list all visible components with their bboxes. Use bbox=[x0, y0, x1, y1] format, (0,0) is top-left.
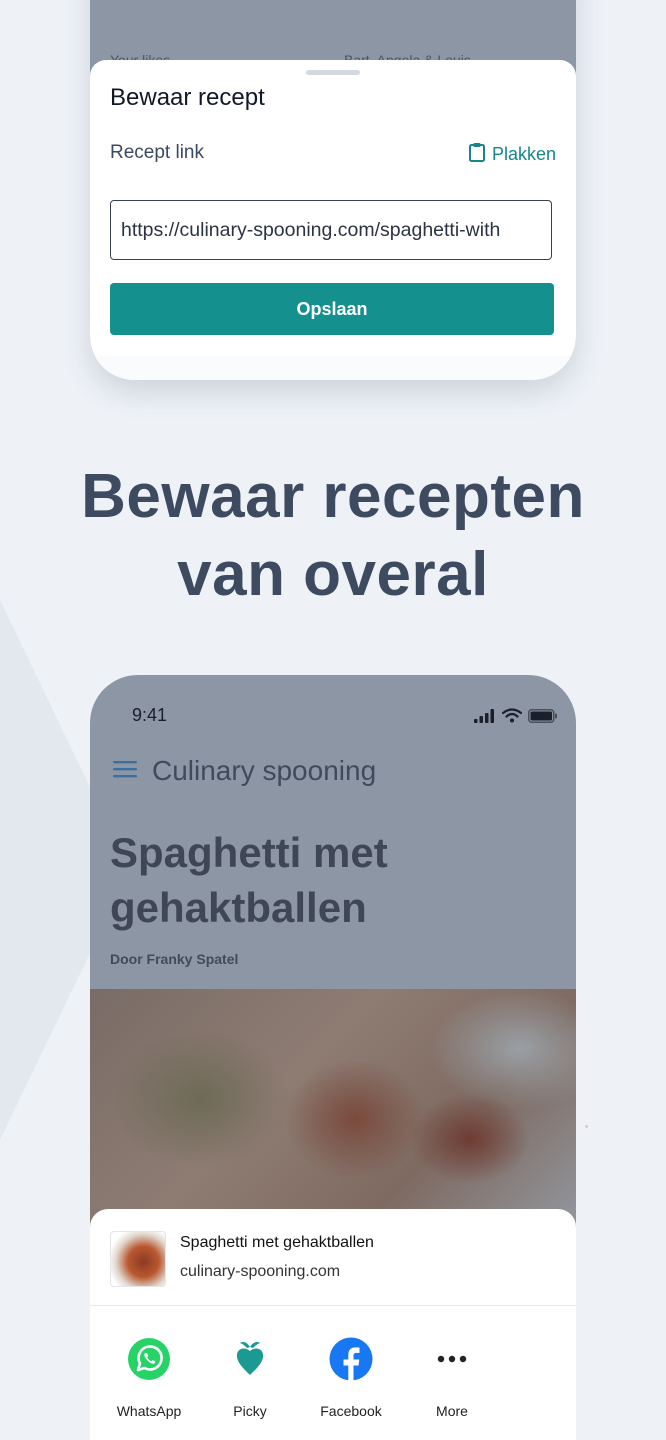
app-label: Facebook bbox=[320, 1403, 382, 1419]
article-title: Spaghetti met gehaktballen bbox=[110, 829, 388, 931]
app-label: More bbox=[436, 1403, 468, 1419]
share-app-whatsapp[interactable]: WhatsApp bbox=[99, 1337, 199, 1419]
sheet-title: Bewaar recept bbox=[110, 84, 265, 111]
share-sheet: Spaghetti met gehaktballen culinary-spoo… bbox=[90, 1209, 576, 1440]
paste-button[interactable]: Plakken bbox=[468, 142, 556, 167]
save-recipe-sheet: Bewaar recept Recept link Plakken Opslaa… bbox=[90, 60, 576, 380]
whatsapp-icon bbox=[127, 1337, 171, 1381]
paste-label: Plakken bbox=[491, 144, 556, 164]
status-icons bbox=[474, 708, 558, 728]
sheet-grabber[interactable] bbox=[306, 70, 360, 75]
more-icon bbox=[430, 1337, 474, 1381]
divider bbox=[90, 1305, 576, 1306]
menu-icon[interactable] bbox=[112, 759, 138, 784]
share-url: culinary-spooning.com bbox=[180, 1263, 341, 1280]
status-time: 9:41 bbox=[132, 705, 168, 725]
clipboard-icon bbox=[468, 142, 486, 167]
article-author: Door Franky Spatel bbox=[110, 951, 239, 967]
marketing-headline: Bewaar recepten van overal bbox=[0, 458, 666, 614]
share-app-more[interactable]: More bbox=[402, 1337, 502, 1419]
top-phone-mockup: Your likes Bart, Angela & Louis Bewaar r… bbox=[90, 0, 576, 380]
share-thumbnail bbox=[110, 1231, 166, 1287]
recipe-hero-image bbox=[90, 989, 576, 1229]
site-header: Culinary spooning bbox=[112, 755, 376, 787]
recipe-url-input[interactable] bbox=[110, 200, 552, 260]
share-title: Spaghetti met gehaktballen bbox=[180, 1234, 374, 1251]
decorative-dot bbox=[585, 1125, 588, 1128]
picky-icon bbox=[228, 1337, 272, 1381]
sheet-footer bbox=[90, 356, 576, 380]
headline-line-2: van overal bbox=[177, 540, 489, 609]
facebook-icon bbox=[329, 1337, 373, 1381]
site-name[interactable]: Culinary spooning bbox=[152, 755, 376, 787]
signal-icon bbox=[474, 708, 496, 728]
headline-line-1: Bewaar recepten bbox=[81, 462, 585, 531]
share-app-picky[interactable]: Picky bbox=[200, 1337, 300, 1419]
recipe-link-label: Recept link bbox=[110, 142, 204, 163]
save-button[interactable]: Opslaan bbox=[110, 283, 554, 335]
app-label: Picky bbox=[233, 1403, 267, 1419]
wifi-icon bbox=[501, 708, 523, 728]
app-label: WhatsApp bbox=[116, 1403, 182, 1419]
share-app-facebook[interactable]: Facebook bbox=[301, 1337, 401, 1419]
battery-icon bbox=[528, 708, 558, 728]
bottom-phone-mockup: 9:41 Culinary spooning Spaghetti met geh… bbox=[90, 675, 576, 1440]
